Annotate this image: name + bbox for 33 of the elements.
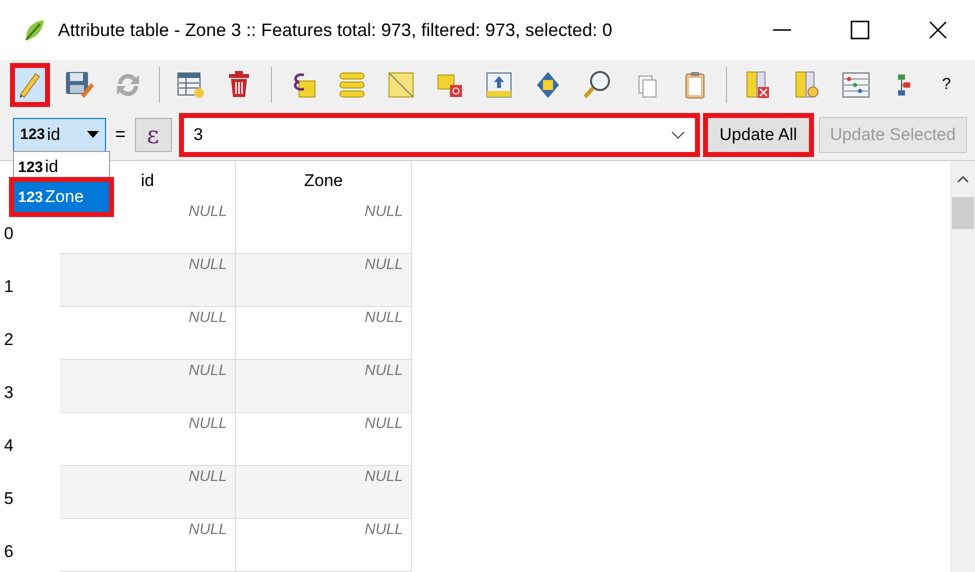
edit-toggle-button[interactable] xyxy=(12,64,48,105)
equals-sign: = xyxy=(115,124,126,146)
close-icon[interactable] xyxy=(928,20,948,40)
row-header[interactable]: 3 xyxy=(0,360,60,413)
column-header[interactable]: Zone xyxy=(304,171,343,191)
field-dropdown[interactable]: 123 id xyxy=(13,118,106,152)
scrollbar-thumb[interactable] xyxy=(952,197,974,229)
table-cell: NULL xyxy=(60,360,236,413)
table-cell: NULL xyxy=(236,466,412,519)
dropdown-option[interactable]: 123Zone xyxy=(14,182,109,212)
row-header[interactable]: 5 xyxy=(0,466,60,519)
scrollbar[interactable] xyxy=(950,161,975,572)
table-cell: NULL xyxy=(236,519,412,572)
expression-field[interactable]: 3 xyxy=(180,114,698,155)
window-title: Attribute table - Zone 3 :: Features total: 973, filtered: 973, selected: 0 xyxy=(58,20,612,41)
table-cell: NULL xyxy=(236,360,412,413)
table-cell: NULL xyxy=(60,519,236,572)
chevron-down-icon xyxy=(670,130,685,139)
row-header[interactable]: 4 xyxy=(0,413,60,466)
table-cell: NULL xyxy=(60,466,236,519)
caret-icon xyxy=(87,130,99,139)
help-button[interactable]: ? xyxy=(936,76,957,94)
row-header[interactable]: 6 xyxy=(0,519,60,572)
row-header[interactable]: 2 xyxy=(0,307,60,360)
expression-button[interactable]: ε xyxy=(134,118,172,152)
table-cell: NULL xyxy=(236,254,412,307)
dropdown-option[interactable]: 123 id xyxy=(14,152,109,182)
column-header[interactable]: id xyxy=(140,171,154,191)
maximize-icon[interactable] xyxy=(850,20,870,40)
row-header[interactable]: 1 xyxy=(0,254,60,307)
scroll-up-icon[interactable] xyxy=(956,175,968,183)
table-cell: NULL xyxy=(60,254,236,307)
zoom-icon xyxy=(581,68,613,101)
